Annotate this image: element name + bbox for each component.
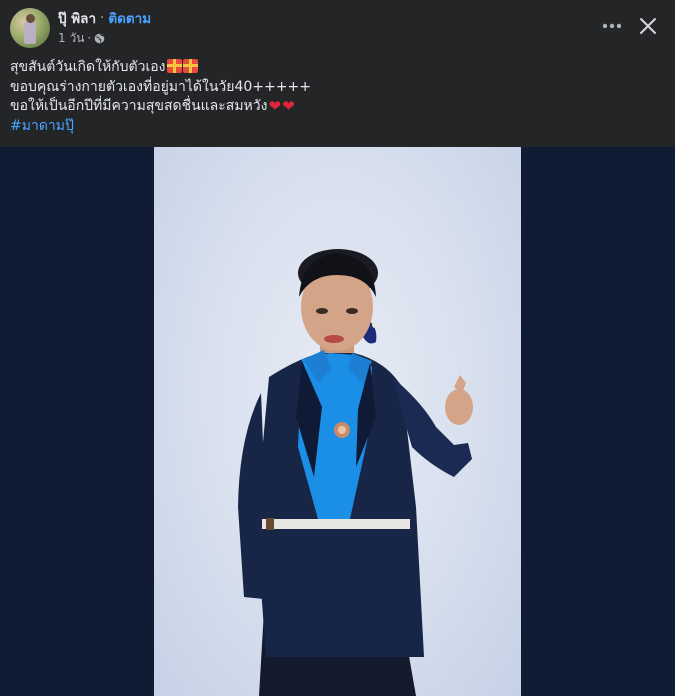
author-row: ปุ๊ พิลา · ติดตาม (58, 9, 151, 27)
post-line: สุขสันต์วันเกิดให้กับตัวเอง (10, 58, 650, 78)
post-line-text: ขอให้เป็นอีกปีที่มีความสุขสดชื่นและสมหวั… (10, 98, 268, 114)
post-header: ปุ๊ พิลา · ติดตาม 1 วัน · สุขสันต์วันเกิ… (0, 0, 675, 147)
separator: · (87, 31, 92, 45)
timestamp[interactable]: 1 วัน (58, 29, 84, 48)
heart-icon: ❤ (282, 97, 295, 115)
gift-icon (166, 59, 182, 73)
photo-viewer (0, 147, 675, 696)
post-line: ขอบคุณร่างกายตัวเองที่อยู่มาได้ในวัย40++… (10, 78, 650, 98)
heart-icon: ❤ (268, 97, 282, 115)
post-line: ขอให้เป็นอีกปีที่มีความสุขสดชื่นและสมหวั… (10, 97, 650, 117)
hashtag-link[interactable]: #มาดามปุ๊ (10, 118, 74, 134)
post-photo[interactable] (154, 147, 521, 696)
more-horizontal-icon (602, 23, 622, 29)
gift-icon (182, 59, 198, 73)
more-options-button[interactable] (598, 12, 626, 40)
post-text: สุขสันต์วันเกิดให้กับตัวเอง ขอบคุณร่างกา… (10, 58, 650, 136)
close-button[interactable] (634, 12, 662, 40)
author-name[interactable]: ปุ๊ พิลา (58, 7, 96, 29)
follow-button[interactable]: ติดตาม (108, 7, 151, 29)
close-icon (640, 18, 656, 34)
post-line-text: ขอบคุณร่างกายตัวเองที่อยู่มาได้ในวัย40++… (10, 78, 311, 95)
post-line-text: สุขสันต์วันเกิดให้กับตัวเอง (10, 59, 166, 75)
globe-icon (94, 33, 105, 43)
avatar[interactable] (10, 8, 50, 48)
post-line: #มาดามปุ๊ (10, 117, 650, 137)
post-meta: 1 วัน · (58, 30, 105, 46)
separator: · (100, 10, 105, 26)
portrait-image (238, 249, 473, 696)
